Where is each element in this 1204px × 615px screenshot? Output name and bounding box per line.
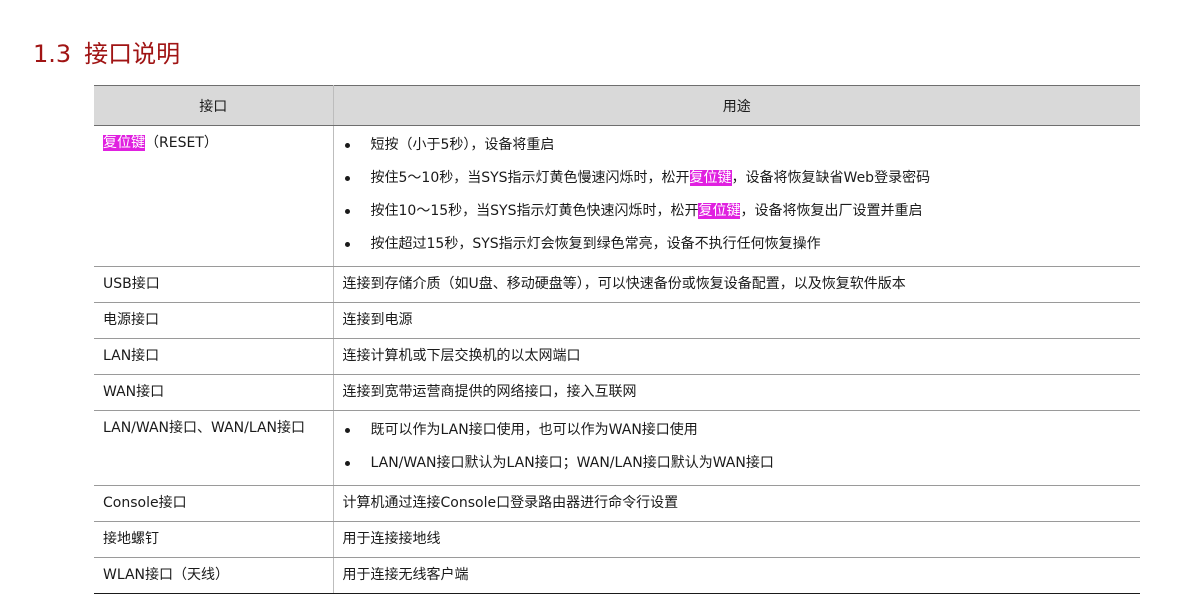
bullet-list: 既可以作为LAN接口使用，也可以作为WAN接口使用 LAN/WAN接口默认为LA… [343,419,1133,477]
list-item-text: 既可以作为LAN接口使用，也可以作为WAN接口使用 [370,422,698,438]
table-row: Console接口 计算机通过连接Console口登录路由器进行命令行设置 [94,485,1140,522]
section-number: 1.3 [33,40,72,68]
interface-name-cell: LAN接口 [94,338,334,375]
table-row-reset: 复位键（RESET） 短按（小于5秒），设备将重启 按住5～10秒，当SYS指示… [94,125,1140,267]
bullet-list: 短按（小于5秒），设备将重启 按住5～10秒，当SYS指示灯黄色慢速闪烁时，松开… [343,134,1133,258]
interface-name-cell: 接地螺钉 [94,521,334,558]
bullet-icon [344,176,350,181]
bullet-icon [344,242,350,247]
list-item: 既可以作为LAN接口使用，也可以作为WAN接口使用 [343,421,1133,454]
usage-cell: 用于连接无线客户端 [333,557,1140,594]
table-row: 接地螺钉 用于连接接地线 [94,521,1140,558]
interface-name-cell: 复位键（RESET） [94,125,334,267]
list-item: LAN/WAN接口默认为LAN接口；WAN/LAN接口默认为WAN接口 [343,454,1133,477]
interface-name-cell: USB接口 [94,266,334,303]
highlighted-term: 复位键 [689,170,732,186]
usage-cell: 连接计算机或下层交换机的以太网端口 [333,338,1140,375]
header-interface: 接口 [94,85,334,126]
list-item: 短按（小于5秒），设备将重启 [343,136,1133,169]
list-item-text: 按住10～15秒，当SYS指示灯黄色快速闪烁时，松开 [370,203,699,219]
highlighted-term: 复位键 [103,135,145,151]
bullet-icon [344,461,350,466]
section-title: 接口说明 [84,40,181,68]
list-item: 按住超过15秒，SYS指示灯会恢复到绿色常亮，设备不执行任何恢复操作 [343,235,1133,258]
list-item: 按住10～15秒，当SYS指示灯黄色快速闪烁时，松开复位键，设备将恢复出厂设置并… [343,202,1133,235]
table-row: WAN接口 连接到宽带运营商提供的网络接口，接入互联网 [94,374,1140,411]
interface-name-cell: 电源接口 [94,302,334,339]
usage-cell: 连接到电源 [333,302,1140,339]
header-usage: 用途 [333,85,1140,126]
table-row-lan-wan: LAN/WAN接口、WAN/LAN接口 既可以作为LAN接口使用，也可以作为WA… [94,410,1140,486]
usage-cell: 用于连接接地线 [333,521,1140,558]
interface-name-cell: WLAN接口（天线） [94,557,334,594]
interface-name-suffix: （RESET） [145,135,218,151]
interface-name-cell: Console接口 [94,485,334,522]
table-row: WLAN接口（天线） 用于连接无线客户端 [94,557,1140,594]
usage-cell: 连接到存储介质（如U盘、移动硬盘等），可以快速备份或恢复设备配置，以及恢复软件版… [333,266,1140,303]
bullet-icon [344,428,350,433]
list-item-text: 短按（小于5秒），设备将重启 [370,137,555,153]
table-row: LAN接口 连接计算机或下层交换机的以太网端口 [94,338,1140,375]
table-header-row: 接口 用途 [94,85,1140,126]
usage-cell: 计算机通过连接Console口登录路由器进行命令行设置 [333,485,1140,522]
list-item-text: 按住超过15秒，SYS指示灯会恢复到绿色常亮，设备不执行任何恢复操作 [370,236,821,252]
usage-cell: 连接到宽带运营商提供的网络接口，接入互联网 [333,374,1140,411]
list-item: 按住5～10秒，当SYS指示灯黄色慢速闪烁时，松开复位键，设备将恢复缺省Web登… [343,169,1133,202]
table-row: USB接口 连接到存储介质（如U盘、移动硬盘等），可以快速备份或恢复设备配置，以… [94,266,1140,303]
list-item-text: 按住5～10秒，当SYS指示灯黄色慢速闪烁时，松开 [370,170,690,186]
list-item-text: LAN/WAN接口默认为LAN接口；WAN/LAN接口默认为WAN接口 [370,455,774,471]
bullet-icon [344,143,350,148]
table-row: 电源接口 连接到电源 [94,302,1140,339]
interface-name-cell: WAN接口 [94,374,334,411]
interface-table: 接口 用途 复位键（RESET） 短按（小于5秒），设备将重启 按住5～10秒，… [94,85,1140,594]
interface-name-cell: LAN/WAN接口、WAN/LAN接口 [94,410,334,486]
usage-cell: 既可以作为LAN接口使用，也可以作为WAN接口使用 LAN/WAN接口默认为LA… [333,410,1140,486]
list-item-text: ，设备将恢复出厂设置并重启 [740,203,923,219]
bullet-icon [344,209,350,214]
list-item-text: ，设备将恢复缺省Web登录密码 [731,170,931,186]
section-heading: 1.3 接口说明 [33,36,180,72]
highlighted-term: 复位键 [698,203,741,219]
usage-cell: 短按（小于5秒），设备将重启 按住5～10秒，当SYS指示灯黄色慢速闪烁时，松开… [333,125,1140,267]
